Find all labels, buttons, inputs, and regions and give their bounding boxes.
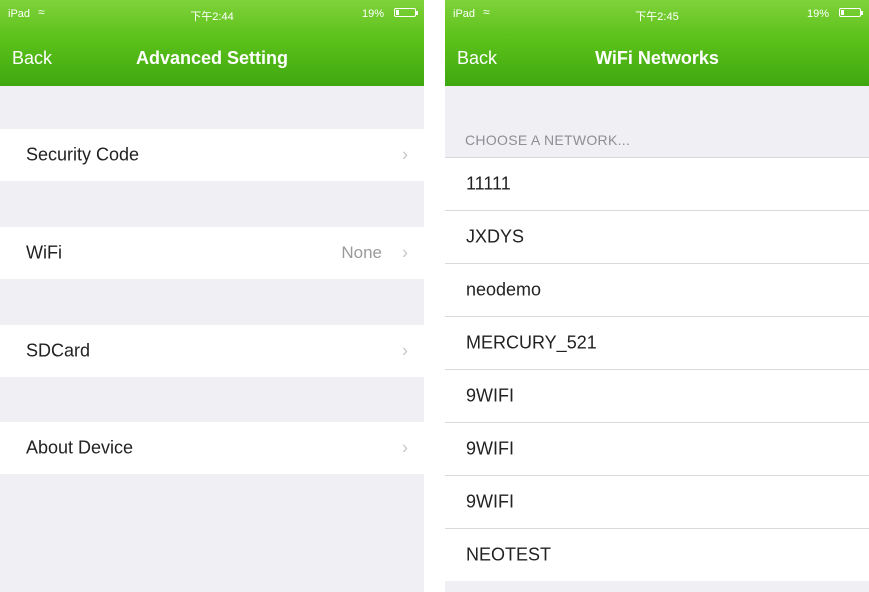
network-list: 11111 JXDYS neodemo MERCURY_521 9WIFI 9W… [445,157,869,581]
row-label: WiFi [26,242,62,263]
page-title: Advanced Setting [135,48,289,68]
network-item[interactable]: NEOTEST [445,528,869,581]
nav-bar: Back WiFi Networks [445,40,869,78]
network-name: JXDYS [466,226,525,247]
row-label: Security Code [26,144,140,165]
row-label: SDCard [26,340,91,361]
status-bar: iPad ≈ 下午2:44 19% [0,0,424,26]
header-bar: iPad ≈ 下午2:45 19% Back WiFi Networks [445,0,869,86]
chevron-right-icon: › [402,437,408,458]
about-device-row[interactable]: About Device › [0,422,424,474]
network-item[interactable]: 9WIFI [445,475,869,528]
battery-icon [394,8,418,17]
sdcard-row[interactable]: SDCard › [0,325,424,377]
advanced-setting-screen: iPad ≈ 下午2:44 19% Back Advanced Setting … [0,0,424,592]
wifi-row[interactable]: WiFi None › [0,227,424,279]
security-code-row[interactable]: Security Code › [0,129,424,181]
network-item[interactable]: 9WIFI [445,422,869,475]
battery-fill [841,10,844,15]
battery-percent: 19% [806,8,829,20]
network-item[interactable]: neodemo [445,263,869,316]
status-time: 下午2:44 [190,11,234,23]
network-item[interactable]: 9WIFI [445,369,869,422]
network-name: 9WIFI [466,491,514,512]
nav-bar: Back Advanced Setting [0,40,424,78]
chevron-right-icon: › [402,144,408,165]
network-item[interactable]: 11111 [445,157,869,210]
header-bar: iPad ≈ 下午2:44 19% Back Advanced Setting [0,0,424,86]
status-bar: iPad ≈ 下午2:45 19% [445,0,869,26]
network-name: MERCURY_521 [466,332,597,353]
network-name: NEOTEST [466,544,552,565]
chevron-right-icon: › [402,242,408,263]
network-name: 9WIFI [466,438,514,459]
network-item[interactable]: MERCURY_521 [445,316,869,369]
network-name: neodemo [466,279,542,300]
battery-percent: 19% [361,8,384,20]
network-item[interactable]: JXDYS [445,210,869,263]
battery-fill [396,10,399,15]
row-label: About Device [26,437,134,458]
battery-icon [839,8,863,17]
network-name: 9WIFI [466,385,514,406]
wifi-networks-screen: iPad ≈ 下午2:45 19% Back WiFi Networks CHO… [445,0,869,592]
row-value: None [341,243,382,262]
status-time: 下午2:45 [635,11,679,23]
section-header: CHOOSE A NETWORK... [465,132,631,148]
page-title: WiFi Networks [595,48,719,68]
network-name: 11111 [466,173,511,194]
chevron-right-icon: › [402,340,408,361]
